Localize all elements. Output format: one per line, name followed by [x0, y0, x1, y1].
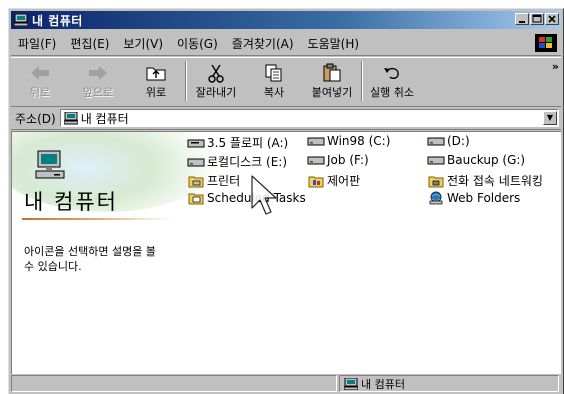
up-folder-icon	[143, 62, 169, 84]
status-bar: 내 컴퓨터	[11, 375, 561, 394]
copy-icon	[261, 62, 287, 84]
item-label: Web Folders	[447, 191, 521, 205]
hard-drive-icon	[427, 134, 445, 148]
printer-folder-icon	[187, 174, 205, 188]
copy-label: 복사	[263, 86, 285, 99]
cut-label: 잘라내기	[195, 86, 237, 99]
title-bar: 내 컴퓨터	[11, 11, 561, 29]
dialup-networking-icon	[427, 174, 445, 188]
item-win98-drive[interactable]: Win98 (C:)	[307, 134, 390, 148]
menu-bar: 파일(F) 편집(E) 보기(V) 이동(G) 즐겨찾기(A) 도움말(H)	[11, 31, 561, 56]
item-job-drive[interactable]: Job (F:)	[307, 153, 369, 167]
toolbar: 뒤로 앞으로 위로 잘라내기 복사 붙여넣기 실행 취소 »	[11, 57, 561, 107]
undo-icon	[379, 62, 405, 84]
item-backup-drive[interactable]: Bauckup (G:)	[427, 153, 525, 167]
copy-button[interactable]: 복사	[245, 58, 303, 104]
address-bar: 주소(D) 내 컴퓨터 ▼	[11, 107, 561, 130]
computer-icon	[344, 377, 358, 390]
back-button[interactable]: 뒤로	[11, 58, 69, 104]
forward-button[interactable]: 앞으로	[69, 58, 127, 104]
hard-drive-icon	[307, 153, 325, 167]
back-arrow-icon	[27, 62, 53, 84]
menu-view[interactable]: 보기(V)	[116, 35, 170, 52]
cut-button[interactable]: 잘라내기	[187, 58, 245, 104]
scheduled-tasks-icon	[187, 191, 205, 205]
item-label: 프린터	[207, 174, 241, 188]
item-label: Win98 (C:)	[327, 134, 391, 148]
scissors-icon	[203, 62, 229, 84]
chevron-down-icon[interactable]: ▼	[543, 111, 557, 125]
forward-arrow-icon	[85, 62, 111, 84]
divider	[22, 218, 172, 220]
control-panel-icon	[307, 174, 325, 188]
address-input[interactable]: 내 컴퓨터 ▼	[59, 109, 559, 127]
hard-drive-icon	[187, 155, 205, 169]
menu-help[interactable]: 도움말(H)	[301, 35, 367, 52]
item-local-disk[interactable]: 로컬디스크 (E:)	[187, 153, 287, 170]
menu-go[interactable]: 이동(G)	[170, 35, 225, 52]
computer-icon	[63, 111, 78, 125]
windows-logo-icon	[535, 34, 557, 52]
undo-label: 실행 취소	[370, 86, 414, 99]
hard-drive-icon	[427, 153, 445, 167]
page-title: 내 컴퓨터	[24, 190, 118, 214]
up-button[interactable]: 위로	[127, 58, 185, 104]
item-label: 전화 접속 네트워킹	[447, 174, 543, 188]
item-printers[interactable]: 프린터	[187, 172, 240, 189]
folder-view: 내 컴퓨터 아이콘을 선택하면 설명을 볼 수 있습니다. 3.5 플로피 (A…	[11, 131, 561, 374]
forward-label: 앞으로	[82, 86, 114, 99]
item-label: Job (F:)	[327, 153, 369, 167]
status-panel-left	[11, 375, 337, 392]
item-label: (D:)	[447, 134, 470, 148]
maximize-button[interactable]	[530, 13, 544, 25]
web-folders-icon	[427, 191, 445, 205]
menu-edit[interactable]: 편집(E)	[63, 35, 116, 52]
computer-icon	[13, 13, 29, 27]
menu-favorites[interactable]: 즐겨찾기(A)	[225, 35, 301, 52]
item-floppy[interactable]: 3.5 플로피 (A:)	[187, 134, 288, 151]
status-location-text: 내 컴퓨터	[361, 377, 405, 391]
mouse-pointer-icon	[250, 174, 290, 225]
item-web-folders[interactable]: Web Folders	[427, 191, 520, 205]
close-button[interactable]	[545, 13, 559, 25]
item-control-panel[interactable]: 제어판	[307, 172, 360, 189]
item-dialup-networking[interactable]: 전화 접속 네트워킹	[427, 172, 543, 189]
address-label: 주소(D)	[15, 111, 56, 126]
paste-button[interactable]: 붙여넣기	[303, 58, 361, 104]
undo-button[interactable]: 실행 취소	[363, 58, 421, 104]
item-label: 로컬디스크 (E:)	[207, 155, 288, 169]
item-d-drive[interactable]: (D:)	[427, 134, 470, 148]
status-panel-location: 내 컴퓨터	[339, 375, 559, 392]
description-text: 아이콘을 선택하면 설명을 볼 수 있습니다.	[24, 245, 156, 273]
hard-drive-icon	[307, 134, 325, 148]
item-label: Bauckup (G:)	[447, 153, 526, 167]
address-value: 내 컴퓨터	[80, 111, 129, 126]
back-label: 뒤로	[29, 86, 51, 99]
paste-label: 붙여넣기	[311, 86, 353, 99]
menu-file[interactable]: 파일(F)	[11, 35, 63, 52]
toolbar-more-chevron-icon[interactable]: »	[552, 60, 559, 73]
clipboard-icon	[319, 62, 345, 84]
item-label: 3.5 플로피 (A:)	[207, 136, 289, 150]
item-label: 제어판	[327, 174, 361, 188]
floppy-drive-icon	[187, 136, 205, 150]
computer-icon	[34, 150, 66, 183]
window-title: 내 컴퓨터	[32, 13, 83, 28]
explorer-window: 내 컴퓨터 파일(F) 편집(E) 보기(V) 이동(G) 즐겨찾기(A) 도움…	[8, 8, 564, 394]
minimize-button[interactable]	[515, 13, 529, 25]
up-label: 위로	[145, 86, 167, 99]
web-view-pane: 내 컴퓨터 아이콘을 선택하면 설명을 볼 수 있습니다.	[12, 132, 222, 374]
